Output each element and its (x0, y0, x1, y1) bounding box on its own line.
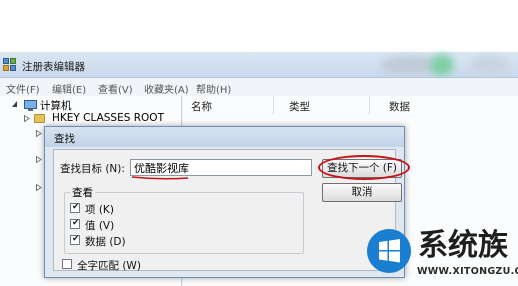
tree-label-hkcr: HKEY CLASSES ROOT (52, 112, 164, 124)
option-data[interactable]: ✔ 数据 (D) (70, 234, 160, 248)
window-title: 注册表编辑器 (22, 61, 85, 73)
computer-icon (24, 100, 37, 111)
watermark-brand: 系统族 (418, 228, 508, 263)
red-ellipse-annotation (318, 155, 410, 180)
blurred-window-control (430, 54, 454, 76)
menu-edit[interactable]: 编辑(E) (52, 81, 86, 96)
folder-icon (34, 114, 45, 123)
expand-arrow-icon[interactable] (24, 115, 30, 122)
expand-arrow-icon[interactable] (36, 130, 42, 137)
checkmark-icon: ✔ (72, 234, 80, 244)
menu-favorites[interactable]: 收藏夹(A) (144, 81, 189, 96)
checkmark-icon: ✔ (72, 202, 80, 212)
option-keys-label: 项 (K) (85, 204, 114, 216)
expand-arrow-icon[interactable] (36, 156, 42, 163)
watermark-url: WWW.XITONGZU.COM (417, 266, 518, 277)
blurred-window-control (470, 56, 510, 74)
find-target-input[interactable] (130, 159, 312, 176)
find-target-label: 查找目标 (N): (60, 163, 125, 175)
find-dialog-title: 查找 (54, 133, 75, 145)
option-data-label: 数据 (D) (85, 236, 126, 248)
column-header-name[interactable]: 名称 (191, 99, 212, 114)
whole-string-checkbox[interactable] (62, 259, 72, 269)
column-divider[interactable] (273, 96, 274, 114)
tree-label-computer: 计算机 (40, 100, 72, 112)
red-underline-annotation (132, 176, 188, 180)
menu-file[interactable]: 文件(F) (6, 81, 40, 96)
whole-string-label: 全字匹配 (W) (77, 260, 141, 272)
find-dialog-title-bar: 查找 (45, 127, 404, 147)
checkmark-icon: ✔ (72, 218, 80, 228)
data-checkbox[interactable]: ✔ (70, 234, 80, 245)
column-header-data[interactable]: 数据 (389, 99, 410, 114)
find-dialog-body: 查找目标 (N): 查找下一个 (F) 取消 查看 ✔ 项 (K) ✔ 值 (V… (53, 149, 410, 272)
windows-logo-watermark-icon (367, 229, 411, 273)
values-checkbox[interactable]: ✔ (70, 218, 80, 229)
keys-checkbox[interactable]: ✔ (70, 202, 80, 213)
option-whole-string[interactable]: 全字匹配 (W) (62, 258, 182, 272)
look-at-group-title: 查看 (70, 185, 95, 200)
registry-editor-icon (3, 58, 16, 71)
cancel-button[interactable]: 取消 (322, 183, 402, 202)
column-header-type[interactable]: 类型 (289, 99, 310, 114)
option-values[interactable]: ✔ 值 (V) (70, 218, 160, 232)
expand-arrow-icon[interactable] (36, 184, 42, 191)
option-values-label: 值 (V) (85, 220, 115, 232)
menu-bar: 文件(F) 编辑(E) 查看(V) 收藏夹(A) 帮助(H) (0, 78, 518, 96)
collapse-arrow-icon[interactable] (12, 101, 18, 108)
option-keys[interactable]: ✔ 项 (K) (70, 202, 160, 216)
find-dialog: 查找 查找目标 (N): 查找下一个 (F) 取消 查看 ✔ 项 (K) ✔ 值… (44, 126, 410, 278)
menu-view[interactable]: 查看(V) (98, 81, 133, 96)
menu-help[interactable]: 帮助(H) (196, 81, 231, 96)
column-divider[interactable] (369, 96, 370, 114)
title-bar: 注册表编辑器 (0, 52, 518, 78)
